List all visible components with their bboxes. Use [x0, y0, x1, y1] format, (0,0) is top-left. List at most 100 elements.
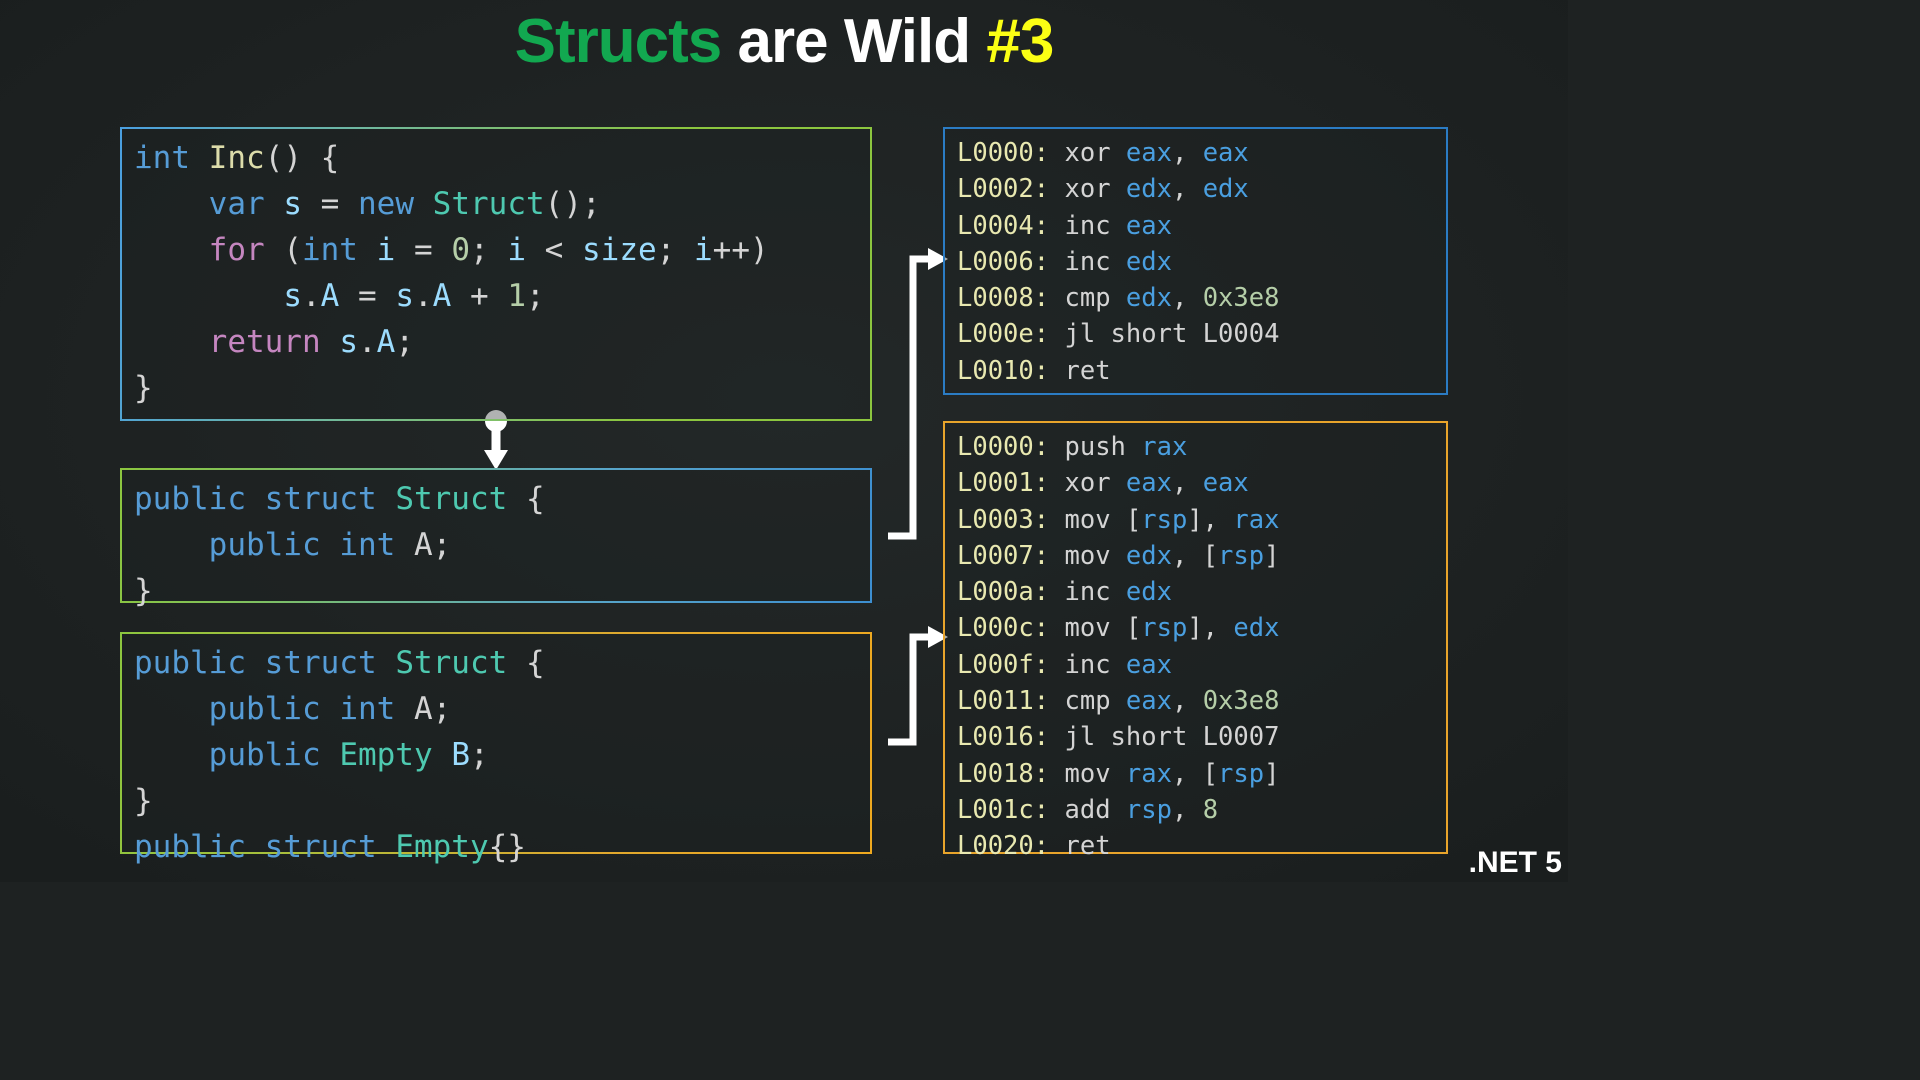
- code-token: [: [1111, 505, 1142, 535]
- code-token: (: [265, 232, 302, 268]
- code-token: struct: [265, 481, 377, 517]
- code-token: jl short L0004: [1064, 319, 1279, 349]
- code-line: L001c: add rsp, 8: [957, 792, 1436, 828]
- code-token: rax: [1141, 432, 1187, 462]
- code-token: edx: [1126, 541, 1172, 571]
- code-token: rsp: [1141, 613, 1187, 643]
- code-token: L000f:: [957, 650, 1049, 680]
- code-token: [1049, 505, 1064, 535]
- code-token: eax: [1126, 468, 1172, 498]
- code-token: [1111, 468, 1126, 498]
- code-token: .: [414, 278, 433, 314]
- code-line: L000e: jl short L0004: [957, 316, 1436, 352]
- code-token: i: [377, 232, 396, 268]
- code-token: edx: [1203, 174, 1249, 204]
- code-line: L000c: mov [rsp], edx: [957, 610, 1436, 646]
- code-token: eax: [1126, 211, 1172, 241]
- code-token: {: [507, 645, 544, 681]
- code-token: L0020:: [957, 831, 1049, 861]
- code-line: public struct Struct {: [134, 476, 860, 522]
- code-line: }: [134, 778, 860, 824]
- code-token: inc: [1064, 577, 1110, 607]
- code-token: ,: [1172, 138, 1203, 168]
- code-token: [1111, 795, 1126, 825]
- code-token: ,: [1172, 686, 1203, 716]
- code-token: [1111, 759, 1126, 789]
- code-line: for (int i = 0; i < size; i++): [134, 227, 860, 273]
- code-token: ],: [1187, 505, 1233, 535]
- code-token: rax: [1126, 759, 1172, 789]
- code-token: size: [582, 232, 657, 268]
- code-token: L000e:: [957, 319, 1049, 349]
- code-token: ret: [1064, 831, 1110, 861]
- code-token: L0000:: [957, 432, 1049, 462]
- code-token: [321, 527, 340, 563]
- code-token: eax: [1126, 650, 1172, 680]
- title-part-are-wild: are Wild: [721, 7, 986, 76]
- code-token: [321, 737, 340, 773]
- code-token: [134, 527, 209, 563]
- arrow-struct-empty-to-asm-stack: [888, 637, 930, 742]
- code-token: edx: [1126, 283, 1172, 313]
- code-token: [1049, 795, 1064, 825]
- csharp-struct-with-empty-panel: public struct Struct { public int A; pub…: [120, 632, 872, 854]
- code-token: ;: [433, 691, 452, 727]
- code-token: mov: [1064, 541, 1110, 571]
- code-token: inc: [1064, 211, 1110, 241]
- code-token: Inc: [209, 140, 265, 176]
- code-token: [1049, 650, 1064, 680]
- code-token: <: [526, 232, 582, 268]
- code-token: public: [209, 527, 321, 563]
- code-token: mov: [1064, 505, 1110, 535]
- code-token: () {: [265, 140, 340, 176]
- code-token: ++): [713, 232, 769, 268]
- code-token: eax: [1126, 686, 1172, 716]
- code-token: [1111, 650, 1126, 680]
- code-token: +: [451, 278, 507, 314]
- code-token: [1111, 211, 1126, 241]
- code-token: mov: [1064, 759, 1110, 789]
- code-line: L0018: mov rax, [rsp]: [957, 756, 1436, 792]
- code-token: [246, 829, 265, 865]
- code-line: L0010: ret: [957, 353, 1436, 389]
- code-line: L000f: inc eax: [957, 647, 1436, 683]
- code-token: A: [377, 324, 396, 360]
- code-token: 0: [451, 232, 470, 268]
- code-token: [265, 186, 284, 222]
- code-token: L0011:: [957, 686, 1049, 716]
- code-token: rsp: [1141, 505, 1187, 535]
- code-token: ,: [1172, 468, 1203, 498]
- code-token: [1111, 247, 1126, 277]
- code-token: [377, 645, 396, 681]
- code-token: inc: [1064, 650, 1110, 680]
- code-token: cmp: [1064, 283, 1110, 313]
- code-token: [321, 324, 340, 360]
- code-token: xor: [1064, 138, 1110, 168]
- code-token: [1111, 541, 1126, 571]
- code-token: [1049, 613, 1064, 643]
- code-token: int: [302, 232, 358, 268]
- code-token: [1049, 247, 1064, 277]
- code-token: ,: [1172, 174, 1203, 204]
- code-token: edx: [1126, 174, 1172, 204]
- code-line: }: [134, 568, 860, 614]
- dotnet-version-badge: .NET 5: [1469, 846, 1562, 880]
- code-line: public struct Struct {: [134, 640, 860, 686]
- code-token: [1111, 174, 1126, 204]
- code-line: L0011: cmp eax, 0x3e8: [957, 683, 1436, 719]
- code-token: 0x3e8: [1203, 686, 1280, 716]
- code-token: new: [358, 186, 414, 222]
- code-token: Struct: [395, 481, 507, 517]
- code-token: [246, 645, 265, 681]
- code-token: L0000:: [957, 138, 1049, 168]
- code-token: int: [134, 140, 190, 176]
- code-token: [134, 324, 209, 360]
- code-token: ]: [1264, 759, 1279, 789]
- code-token: ();: [545, 186, 601, 222]
- csharp-inc-method-panel: int Inc() { var s = new Struct(); for (i…: [120, 127, 872, 421]
- code-line: public struct Empty{}: [134, 824, 860, 870]
- code-token: struct: [265, 645, 377, 681]
- code-token: eax: [1126, 138, 1172, 168]
- code-token: [134, 232, 209, 268]
- code-token: L0001:: [957, 468, 1049, 498]
